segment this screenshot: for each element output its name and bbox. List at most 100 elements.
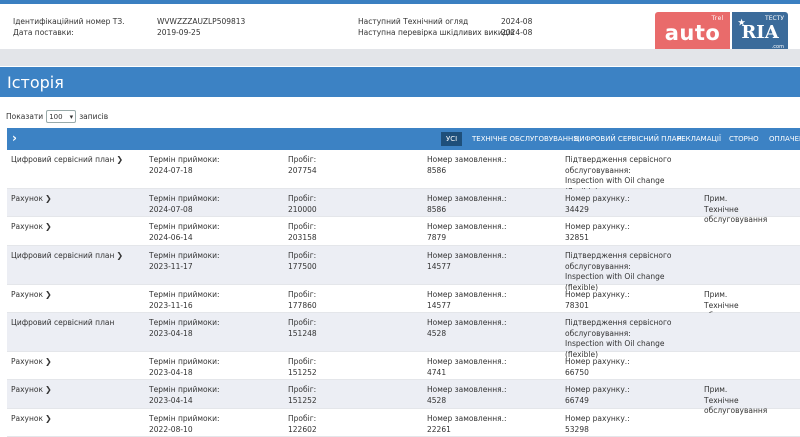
mileage-label: Пробіг: bbox=[288, 414, 317, 423]
table-row: Цифровий сервісний план ❯ Термін приймоки:… bbox=[7, 150, 800, 196]
acceptance-date-value: 2024-07-08 bbox=[149, 204, 193, 214]
page-length-select[interactable]: 100 ▾ bbox=[46, 110, 77, 123]
acceptance-date-label: Термін приймоки: bbox=[149, 385, 220, 394]
order-number-value: 4741 bbox=[427, 367, 447, 377]
mileage-label: Пробіг: bbox=[288, 385, 317, 394]
mileage-value: 122602 bbox=[288, 424, 317, 434]
filter-digital-plan[interactable]: ЦИФРОВИЙ СЕРВІСНИЙ ПЛАН bbox=[574, 132, 682, 146]
history-header bbox=[0, 67, 800, 97]
order-number-label: Номер замовлення.: bbox=[427, 222, 507, 231]
ria-logo-small: ТЕСТУ bbox=[765, 15, 784, 22]
service-confirmation-label: Підтвердження сервісного обслуговування: bbox=[565, 318, 672, 338]
star-icon: ★ bbox=[738, 17, 746, 27]
table-row: Цифровий сервісний план ❯ Термін приймоки:… bbox=[7, 246, 800, 292]
record-type[interactable]: Цифровий сервісний план ❯ bbox=[11, 251, 123, 262]
record-type[interactable]: Цифровий сервісний план bbox=[11, 318, 114, 329]
filter-maintenance[interactable]: ТЕХНІЧНЕ ОБСЛУГОВУВАННЯ bbox=[472, 132, 578, 146]
record-type[interactable]: Рахунок ❯ bbox=[11, 414, 52, 425]
chevron-right-icon: ❯ bbox=[45, 194, 52, 203]
invoice-number-label: Номер рахунку.: bbox=[565, 290, 630, 299]
record-type[interactable]: Рахунок ❯ bbox=[11, 194, 52, 205]
inspection-values: 2024-08 2024-08 bbox=[501, 17, 532, 38]
acceptance-date: Термін приймоки: 2024-06-14 bbox=[149, 222, 220, 243]
acceptance-date: Термін приймоки: 2024-07-08 bbox=[149, 194, 220, 215]
order-number: Номер замовлення.: 4528 bbox=[427, 385, 507, 406]
chevron-right-icon: ❯ bbox=[45, 222, 52, 231]
record-type-label: Рахунок bbox=[11, 414, 44, 423]
order-number-value: 14577 bbox=[427, 261, 451, 271]
auto-logo-small: Trel bbox=[711, 15, 724, 22]
invoice-number: Номер рахунку.: 78301 bbox=[565, 290, 630, 311]
table-row: Рахунок ❯ Термін приймоки: 2024-06-14 Пробіг… bbox=[7, 217, 800, 246]
note-label: Прим. bbox=[704, 194, 728, 203]
record-type[interactable]: Рахунок ❯ bbox=[11, 357, 52, 368]
order-number: Номер замовлення.: 8586 bbox=[427, 155, 507, 176]
acceptance-date: Термін приймоки: 2023-11-17 bbox=[149, 251, 220, 272]
order-number-value: 4528 bbox=[427, 395, 447, 405]
record-type-label: Рахунок bbox=[11, 290, 44, 299]
record-type-label: Рахунок bbox=[11, 222, 44, 231]
order-number: Номер замовлення.: 4741 bbox=[427, 357, 507, 378]
page-title: Історія bbox=[7, 73, 64, 92]
mileage-value: 210000 bbox=[288, 204, 317, 214]
acceptance-date: Термін приймоки: 2023-04-18 bbox=[149, 318, 220, 339]
record-type[interactable]: Рахунок ❯ bbox=[11, 222, 52, 233]
order-number-value: 8586 bbox=[427, 204, 447, 214]
ria-logo: ★ RIA ТЕСТУ .com bbox=[732, 12, 788, 53]
note-label: Прим. bbox=[704, 290, 728, 299]
acceptance-date-label: Термін приймоки: bbox=[149, 194, 220, 203]
vehicle-values: WVWZZZAUZLP509813 2019-09-25 bbox=[157, 17, 245, 38]
chevron-right-icon: ❯ bbox=[116, 155, 124, 164]
next-inspection-value: 2024-08 bbox=[501, 17, 533, 26]
acceptance-date: Термін приймоки: 2024-07-18 bbox=[149, 155, 220, 176]
mileage-label: Пробіг: bbox=[288, 290, 317, 299]
filter-storno[interactable]: СТОРНО bbox=[729, 132, 759, 146]
record-type[interactable]: Рахунок ❯ bbox=[11, 290, 52, 301]
acceptance-date-label: Термін приймоки: bbox=[149, 222, 220, 231]
filter-all[interactable]: УСІ bbox=[441, 132, 463, 146]
vin-value: WVWZZZAUZLP509813 bbox=[157, 17, 246, 26]
acceptance-date-value: 2023-11-16 bbox=[149, 300, 193, 310]
acceptance-date-label: Термін приймоки: bbox=[149, 290, 220, 299]
invoice-number: Номер рахунку.: 34429 bbox=[565, 194, 630, 215]
record-type-label: Цифровий сервісний план bbox=[11, 318, 115, 327]
next-emission-label: Наступна перевірка шкідливих викидів bbox=[358, 27, 515, 37]
table-row: Рахунок ❯ Термін приймоки: 2022-08-10 Пробіг… bbox=[7, 409, 800, 437]
header-divider bbox=[0, 49, 800, 66]
acceptance-date-value: 2023-04-14 bbox=[149, 395, 193, 405]
order-number-label: Номер замовлення.: bbox=[427, 155, 507, 164]
order-number-value: 22261 bbox=[427, 424, 451, 434]
acceptance-date-label: Термін приймоки: bbox=[149, 251, 220, 260]
table-row: Рахунок ❯ Термін приймоки: 2023-04-14 Пробіг… bbox=[7, 380, 800, 415]
page-length-value: 100 bbox=[49, 112, 63, 121]
filter-claims[interactable]: РЕКЛАМАЦІЇ bbox=[677, 132, 721, 146]
acceptance-date-value: 2024-06-14 bbox=[149, 232, 193, 242]
records-label: записів bbox=[79, 112, 109, 121]
chevron-right-icon: ❯ bbox=[45, 414, 52, 423]
order-number: Номер замовлення.: 8586 bbox=[427, 194, 507, 215]
order-number: Номер замовлення.: 14577 bbox=[427, 251, 507, 272]
invoice-number: Номер рахунку.: 53298 bbox=[565, 414, 630, 435]
chevron-right-icon[interactable]: › bbox=[12, 131, 17, 145]
invoice-number-value: 66750 bbox=[565, 367, 589, 377]
vehicle-labels: Ідентифікаційний номер ТЗ. Дата поставки… bbox=[13, 17, 125, 38]
order-number-label: Номер замовлення.: bbox=[427, 318, 507, 327]
acceptance-date: Термін приймоки: 2022-08-10 bbox=[149, 414, 220, 435]
order-number-label: Номер замовлення.: bbox=[427, 414, 507, 423]
chevron-right-icon: ❯ bbox=[45, 290, 52, 299]
history-table: Цифровий сервісний план ❯ Термін приймоки:… bbox=[7, 150, 800, 437]
order-number: Номер замовлення.: 4528 bbox=[427, 318, 507, 339]
filter-paid[interactable]: ОПЛАЧЕНО bbox=[769, 132, 800, 146]
record-type[interactable]: Рахунок ❯ bbox=[11, 385, 52, 396]
top-accent-line bbox=[0, 0, 800, 4]
record-type[interactable]: Цифровий сервісний план ❯ bbox=[11, 155, 123, 166]
mileage: Пробіг: 122602 bbox=[288, 414, 317, 435]
acceptance-date-label: Термін приймоки: bbox=[149, 318, 220, 327]
order-number-value: 14577 bbox=[427, 300, 451, 310]
record-type-label: Рахунок bbox=[11, 385, 44, 394]
acceptance-date-label: Термін приймоки: bbox=[149, 155, 220, 164]
mileage: Пробіг: 210000 bbox=[288, 194, 317, 215]
invoice-number: Номер рахунку.: 66749 bbox=[565, 385, 630, 406]
record-type-label: Цифровий сервісний план bbox=[11, 251, 115, 260]
page-length-control: Показати 100 ▾ записів bbox=[6, 110, 108, 123]
